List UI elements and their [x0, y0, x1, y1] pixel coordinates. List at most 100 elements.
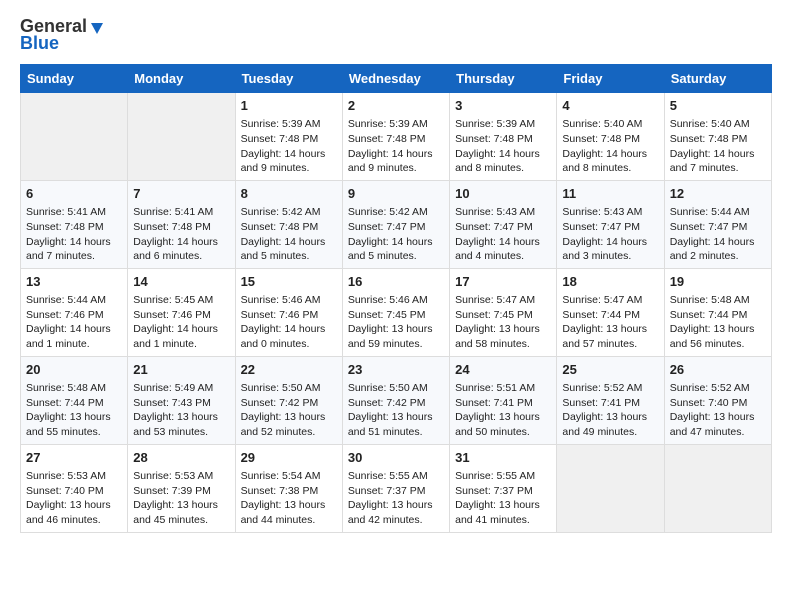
day-info: Sunrise: 5:39 AM Sunset: 7:48 PM Dayligh…: [348, 117, 444, 176]
day-info: Sunrise: 5:40 AM Sunset: 7:48 PM Dayligh…: [562, 117, 658, 176]
day-number: 25: [562, 361, 658, 379]
day-info: Sunrise: 5:50 AM Sunset: 7:42 PM Dayligh…: [241, 381, 337, 440]
weekday-header-row: SundayMondayTuesdayWednesdayThursdayFrid…: [21, 65, 772, 93]
day-number: 20: [26, 361, 122, 379]
calendar-header: SundayMondayTuesdayWednesdayThursdayFrid…: [21, 65, 772, 93]
day-number: 13: [26, 273, 122, 291]
day-info: Sunrise: 5:52 AM Sunset: 7:41 PM Dayligh…: [562, 381, 658, 440]
calendar-week-row: 20Sunrise: 5:48 AM Sunset: 7:44 PM Dayli…: [21, 356, 772, 444]
calendar-cell: 4 Sunrise: 5:40 AM Sunset: 7:48 PM Daylig…: [557, 93, 664, 181]
calendar-cell: 14 Sunrise: 5:45 AM Sunset: 7:46 PM Dayli…: [128, 268, 235, 356]
weekday-header-tuesday: Tuesday: [235, 65, 342, 93]
day-number: 28: [133, 449, 229, 467]
calendar-cell: 30Sunrise: 5:55 AM Sunset: 7:37 PM Dayli…: [342, 444, 449, 532]
day-info: Sunrise: 5:41 AM Sunset: 7:48 PM Dayligh…: [26, 205, 122, 264]
calendar-cell: 31 Sunrise: 5:55 AM Sunset: 7:37 PM Dayli…: [450, 444, 557, 532]
day-info: Sunrise: 5:50 AM Sunset: 7:42 PM Dayligh…: [348, 381, 444, 440]
day-info: Sunrise: 5:40 AM Sunset: 7:48 PM Dayligh…: [670, 117, 766, 176]
calendar-cell: 27 Sunrise: 5:53 AM Sunset: 7:40 PM Dayli…: [21, 444, 128, 532]
calendar-cell: 13 Sunrise: 5:44 AM Sunset: 7:46 PM Dayli…: [21, 268, 128, 356]
day-number: 27: [26, 449, 122, 467]
day-number: 1: [241, 97, 337, 115]
day-info: Sunrise: 5:46 AM Sunset: 7:45 PM Dayligh…: [348, 293, 444, 352]
weekday-header-wednesday: Wednesday: [342, 65, 449, 93]
calendar-cell: 21Sunrise: 5:49 AM Sunset: 7:43 PM Dayli…: [128, 356, 235, 444]
day-info: Sunrise: 5:55 AM Sunset: 7:37 PM Dayligh…: [348, 469, 444, 528]
calendar-cell: 10 Sunrise: 5:43 AM Sunset: 7:47 PM Dayli…: [450, 180, 557, 268]
day-info: Sunrise: 5:55 AM Sunset: 7:37 PM Dayligh…: [455, 469, 551, 528]
calendar-cell: 6 Sunrise: 5:41 AM Sunset: 7:48 PM Daylig…: [21, 180, 128, 268]
day-info: Sunrise: 5:43 AM Sunset: 7:47 PM Dayligh…: [455, 205, 551, 264]
calendar-cell: 18Sunrise: 5:47 AM Sunset: 7:44 PM Dayli…: [557, 268, 664, 356]
day-info: Sunrise: 5:41 AM Sunset: 7:48 PM Dayligh…: [133, 205, 229, 264]
day-number: 14: [133, 273, 229, 291]
day-number: 22: [241, 361, 337, 379]
calendar-cell: [21, 93, 128, 181]
day-info: Sunrise: 5:54 AM Sunset: 7:38 PM Dayligh…: [241, 469, 337, 528]
page-header: General Blue: [20, 16, 772, 54]
calendar-cell: [664, 444, 771, 532]
calendar-cell: 24Sunrise: 5:51 AM Sunset: 7:41 PM Dayli…: [450, 356, 557, 444]
day-info: Sunrise: 5:44 AM Sunset: 7:47 PM Dayligh…: [670, 205, 766, 264]
day-info: Sunrise: 5:46 AM Sunset: 7:46 PM Dayligh…: [241, 293, 337, 352]
calendar-cell: 7 Sunrise: 5:41 AM Sunset: 7:48 PM Daylig…: [128, 180, 235, 268]
day-number: 4: [562, 97, 658, 115]
logo-arrow-icon: [88, 18, 106, 36]
calendar-cell: 3Sunrise: 5:39 AM Sunset: 7:48 PM Daylig…: [450, 93, 557, 181]
day-number: 10: [455, 185, 551, 203]
day-info: Sunrise: 5:39 AM Sunset: 7:48 PM Dayligh…: [241, 117, 337, 176]
day-number: 3: [455, 97, 551, 115]
weekday-header-thursday: Thursday: [450, 65, 557, 93]
day-info: Sunrise: 5:49 AM Sunset: 7:43 PM Dayligh…: [133, 381, 229, 440]
day-info: Sunrise: 5:48 AM Sunset: 7:44 PM Dayligh…: [670, 293, 766, 352]
weekday-header-sunday: Sunday: [21, 65, 128, 93]
calendar-body: 1 Sunrise: 5:39 AM Sunset: 7:48 PM Daylig…: [21, 93, 772, 533]
calendar-cell: 25 Sunrise: 5:52 AM Sunset: 7:41 PM Dayli…: [557, 356, 664, 444]
calendar-cell: 15 Sunrise: 5:46 AM Sunset: 7:46 PM Dayli…: [235, 268, 342, 356]
calendar-cell: 22 Sunrise: 5:50 AM Sunset: 7:42 PM Dayli…: [235, 356, 342, 444]
day-number: 17: [455, 273, 551, 291]
day-info: Sunrise: 5:47 AM Sunset: 7:44 PM Dayligh…: [562, 293, 658, 352]
calendar-week-row: 13 Sunrise: 5:44 AM Sunset: 7:46 PM Dayli…: [21, 268, 772, 356]
day-number: 23: [348, 361, 444, 379]
calendar-cell: 19Sunrise: 5:48 AM Sunset: 7:44 PM Dayli…: [664, 268, 771, 356]
day-number: 29: [241, 449, 337, 467]
calendar-cell: 9 Sunrise: 5:42 AM Sunset: 7:47 PM Daylig…: [342, 180, 449, 268]
day-info: Sunrise: 5:53 AM Sunset: 7:40 PM Dayligh…: [26, 469, 122, 528]
calendar-cell: [557, 444, 664, 532]
day-info: Sunrise: 5:45 AM Sunset: 7:46 PM Dayligh…: [133, 293, 229, 352]
calendar-cell: 17 Sunrise: 5:47 AM Sunset: 7:45 PM Dayli…: [450, 268, 557, 356]
day-number: 31: [455, 449, 551, 467]
day-number: 15: [241, 273, 337, 291]
day-number: 26: [670, 361, 766, 379]
day-info: Sunrise: 5:43 AM Sunset: 7:47 PM Dayligh…: [562, 205, 658, 264]
day-number: 6: [26, 185, 122, 203]
day-number: 12: [670, 185, 766, 203]
calendar-cell: 26 Sunrise: 5:52 AM Sunset: 7:40 PM Dayli…: [664, 356, 771, 444]
day-number: 8: [241, 185, 337, 203]
calendar-cell: 23 Sunrise: 5:50 AM Sunset: 7:42 PM Dayli…: [342, 356, 449, 444]
calendar-cell: 20Sunrise: 5:48 AM Sunset: 7:44 PM Dayli…: [21, 356, 128, 444]
calendar-cell: 29 Sunrise: 5:54 AM Sunset: 7:38 PM Dayli…: [235, 444, 342, 532]
calendar-week-row: 27 Sunrise: 5:53 AM Sunset: 7:40 PM Dayli…: [21, 444, 772, 532]
calendar-week-row: 6 Sunrise: 5:41 AM Sunset: 7:48 PM Daylig…: [21, 180, 772, 268]
day-info: Sunrise: 5:47 AM Sunset: 7:45 PM Dayligh…: [455, 293, 551, 352]
calendar-cell: 5Sunrise: 5:40 AM Sunset: 7:48 PM Daylig…: [664, 93, 771, 181]
day-info: Sunrise: 5:53 AM Sunset: 7:39 PM Dayligh…: [133, 469, 229, 528]
calendar-table: SundayMondayTuesdayWednesdayThursdayFrid…: [20, 64, 772, 533]
day-number: 9: [348, 185, 444, 203]
weekday-header-monday: Monday: [128, 65, 235, 93]
calendar-cell: 28 Sunrise: 5:53 AM Sunset: 7:39 PM Dayli…: [128, 444, 235, 532]
calendar-cell: 1 Sunrise: 5:39 AM Sunset: 7:48 PM Daylig…: [235, 93, 342, 181]
calendar-cell: 8Sunrise: 5:42 AM Sunset: 7:48 PM Daylig…: [235, 180, 342, 268]
weekday-header-friday: Friday: [557, 65, 664, 93]
logo: General Blue: [20, 16, 106, 54]
day-info: Sunrise: 5:42 AM Sunset: 7:47 PM Dayligh…: [348, 205, 444, 264]
day-number: 16: [348, 273, 444, 291]
day-number: 11: [562, 185, 658, 203]
logo-blue-text: Blue: [20, 33, 59, 54]
calendar-cell: 2Sunrise: 5:39 AM Sunset: 7:48 PM Daylig…: [342, 93, 449, 181]
day-info: Sunrise: 5:44 AM Sunset: 7:46 PM Dayligh…: [26, 293, 122, 352]
day-number: 7: [133, 185, 229, 203]
day-info: Sunrise: 5:52 AM Sunset: 7:40 PM Dayligh…: [670, 381, 766, 440]
